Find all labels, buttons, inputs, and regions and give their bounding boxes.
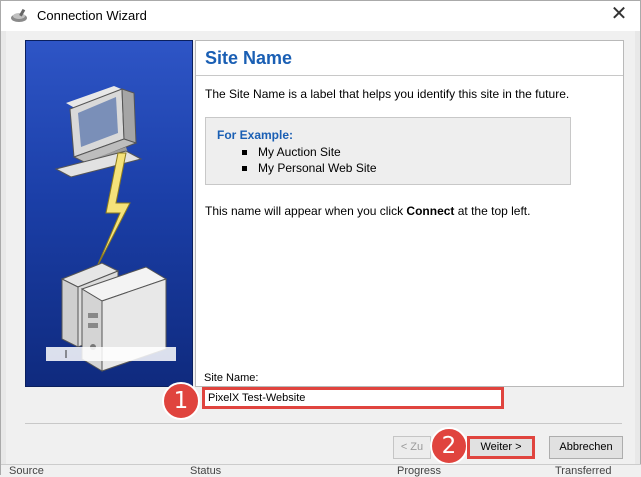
note-text: This name will appear when you click (205, 204, 407, 218)
status-column-status: Status (190, 465, 222, 477)
background-window-edge (1, 31, 6, 464)
example-box: For Example: My Auction Site My Personal… (205, 117, 571, 185)
step-badge-2: 2 (430, 427, 468, 465)
status-column-progress: Progress (397, 465, 442, 477)
connect-keyword: Connect (406, 204, 455, 218)
list-item: My Auction Site (242, 144, 377, 160)
page-title: Site Name (205, 48, 293, 68)
title-bar: Connection Wizard ✕ (1, 1, 640, 31)
note-text-end: at the top left. (454, 204, 531, 218)
connect-note: This name will appear when you click Con… (205, 204, 530, 218)
background-window-edge (635, 31, 640, 464)
title-divider (196, 75, 623, 76)
button-divider (25, 423, 622, 424)
wizard-illustration-panel (25, 40, 193, 387)
list-item: My Personal Web Site (242, 160, 377, 176)
page-description: The Site Name is a label that helps you … (205, 87, 570, 101)
status-bar: Source Status Progress Transferred (1, 464, 641, 477)
close-icon[interactable]: ✕ (606, 3, 632, 27)
example-heading: For Example: (217, 128, 294, 142)
wizard-content-panel: Site Name The Site Name is a label that … (195, 40, 624, 387)
cancel-button[interactable]: Abbrechen (549, 436, 623, 459)
ftp-app-icon (10, 8, 28, 24)
site-name-input[interactable] (202, 387, 504, 409)
status-column-source: Source (9, 465, 44, 477)
step-badge-1: 1 (162, 382, 200, 420)
site-name-label: Site Name: (204, 372, 259, 384)
example-list: My Auction Site My Personal Web Site (242, 144, 377, 176)
network-illustration (46, 86, 176, 372)
connection-wizard-window: Connection Wizard ✕ Site Name The Site N… (0, 0, 641, 477)
next-button[interactable]: Weiter > (467, 436, 535, 459)
status-column-transferred: Transferred (555, 465, 612, 477)
window-title: Connection Wizard (37, 8, 147, 23)
back-button[interactable]: < Zu (393, 436, 431, 459)
